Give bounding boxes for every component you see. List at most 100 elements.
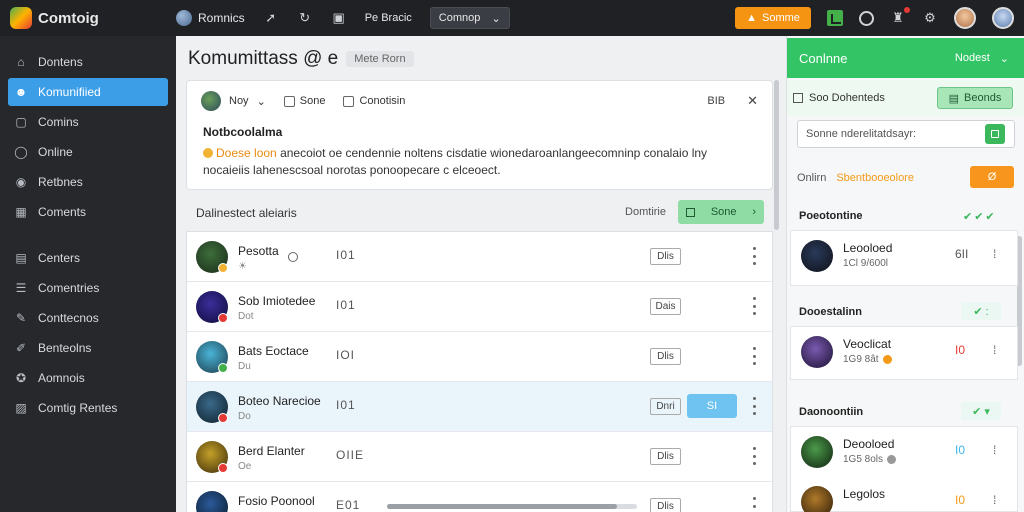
topbar-home[interactable]: Romnics	[176, 10, 245, 26]
chevron-down-icon: ⌄	[999, 52, 1009, 65]
refresh-icon[interactable]: ↻	[297, 10, 313, 26]
member-name[interactable]: Pesotta	[238, 244, 279, 258]
contact-avatar[interactable]	[801, 240, 833, 272]
list-item[interactable]: Veoclicat 1G9 8ât I0 ⁞	[791, 329, 1019, 375]
member-name[interactable]: Berd Elanter	[238, 444, 305, 458]
composer-option-2-label: Conotisin	[359, 95, 406, 107]
member-name[interactable]: Fosio Poonool	[238, 494, 315, 508]
right-panel-search[interactable]	[797, 120, 1015, 148]
page-title-text: Komumittass @ e	[188, 48, 339, 69]
sidebar-item-label: Coments	[38, 205, 87, 219]
section-card: Leooloed 1Cl 9/600l 6II ⁞	[790, 230, 1018, 286]
close-icon[interactable]: ✕	[747, 93, 758, 109]
composer-option-2[interactable]: Conotisin	[343, 95, 405, 107]
list-item[interactable]: Deooloed 1G5 8ols I0 ⁞	[791, 429, 1019, 475]
member-name[interactable]: Bats Eoctace	[238, 344, 309, 358]
more-icon[interactable]	[751, 497, 757, 512]
table-row[interactable]: Berd Elanter Oe OIIE Dlis	[187, 432, 772, 482]
section-chip[interactable]: ✔ :	[961, 302, 1001, 320]
member-avatar[interactable]	[196, 491, 228, 512]
more-icon[interactable]: ⁞	[993, 247, 996, 261]
more-icon[interactable]: ⁞	[993, 493, 996, 507]
contact-name[interactable]: Leooloed	[843, 241, 892, 255]
notifications-button[interactable]: ♜	[890, 7, 910, 26]
list-item[interactable]: Leooloed 1Cl 9/600l 6II ⁞	[791, 233, 1019, 279]
scroll-thumb[interactable]	[387, 504, 617, 509]
more-icon[interactable]: ⁞	[993, 343, 996, 357]
subbar-left[interactable]: Soo Dohenteds	[793, 92, 885, 104]
member-tag[interactable]: Dnri	[650, 398, 681, 415]
member-tag[interactable]: Dlis	[650, 498, 681, 512]
topbar-action-button[interactable]: ▲ Somme	[735, 7, 811, 29]
clock-icon[interactable]	[859, 10, 874, 26]
table-row[interactable]: Pesotta ☀ I01 Dlis	[187, 232, 772, 282]
more-icon[interactable]	[751, 347, 757, 365]
row-action-button[interactable]: SI	[687, 394, 737, 418]
more-icon[interactable]	[751, 447, 757, 465]
sidebar-item[interactable]: ▨ Comtig Rentes	[8, 394, 168, 422]
table-row[interactable]: Sob Imiotedee Dot I01 Dais	[187, 282, 772, 332]
right-panel-header-actions[interactable]: Nodest ⌄	[955, 52, 1009, 65]
member-name[interactable]: Boteo Narecioe	[238, 394, 321, 408]
horizontal-scrollbar[interactable]	[387, 504, 637, 509]
sidebar-item[interactable]: ✎ Conttecnos	[8, 304, 168, 332]
search-submit-button[interactable]	[985, 124, 1005, 144]
format-button[interactable]: BIB	[707, 95, 725, 107]
sidebar-item[interactable]: ✪ Aomnois	[8, 364, 168, 392]
contact-name[interactable]: Veoclicat	[843, 337, 891, 351]
section-chip[interactable]: ✔ ▾	[961, 402, 1001, 420]
member-tag[interactable]: Dlis	[650, 448, 681, 465]
member-tag[interactable]: Dlis	[650, 248, 681, 265]
composer-option-1[interactable]: Sone	[283, 95, 325, 107]
sidebar-item[interactable]: ▦ Coments	[8, 198, 168, 226]
composer-text[interactable]: Doese loon anecoiot oe cendennie noltens…	[203, 145, 743, 179]
app-grid-icon[interactable]	[827, 10, 843, 26]
title-chip[interactable]: Mete Rorn	[346, 51, 414, 67]
list-item[interactable]: Legolos I0 ⁞	[791, 479, 1019, 512]
list-header: Dalinestect aleiaris	[196, 206, 297, 220]
online-toggle-button[interactable]: Ø	[970, 166, 1014, 188]
table-row[interactable]: Boteo Narecioe Do I01 Dnri SI	[187, 382, 772, 432]
gear-icon[interactable]: ⚙	[922, 10, 938, 26]
sidebar-item[interactable]: ◉ Retbnes	[8, 168, 168, 196]
contact-avatar[interactable]	[801, 336, 833, 368]
composer-user[interactable]: Noy	[229, 95, 249, 107]
sidebar-item[interactable]: ▢ Comins	[8, 108, 168, 136]
share-button[interactable]: Sone ›	[678, 200, 764, 224]
more-icon[interactable]: ⁞	[993, 443, 996, 457]
user-avatar[interactable]	[954, 7, 976, 29]
chevron-down-icon[interactable]: ⌄	[257, 95, 266, 108]
online-highlight[interactable]: Sbentbooeolore	[836, 172, 914, 184]
main-scrollbar[interactable]	[774, 80, 779, 230]
member-tag[interactable]: Dlis	[650, 348, 681, 365]
sidebar-item-label: Dontens	[38, 55, 83, 69]
contact-avatar[interactable]	[801, 486, 833, 512]
more-icon[interactable]	[751, 397, 757, 415]
member-name[interactable]: Sob Imiotedee	[238, 294, 315, 308]
topbar-select[interactable]: Comnop ⌄	[429, 7, 510, 29]
sidebar-item[interactable]: ⌂ Dontens	[8, 48, 168, 76]
topbar-filter[interactable]: Pe Bracic	[365, 12, 412, 24]
secondary-avatar[interactable]	[992, 7, 1014, 29]
more-icon[interactable]	[751, 297, 757, 315]
window-icon[interactable]: ▣	[331, 10, 347, 26]
contact-name[interactable]: Legolos	[843, 487, 885, 501]
app-logo[interactable]: Comtoig	[0, 7, 176, 29]
chevron-right-icon: ›	[752, 206, 756, 218]
list-sort[interactable]: Domtirie	[625, 206, 666, 218]
composer-line-2-prefix: nocaieiis lahenescsoal	[203, 163, 324, 177]
contact-name[interactable]: Deooloed	[843, 437, 894, 451]
sidebar-item[interactable]: ☻ Komunifiied	[8, 78, 168, 106]
subbar-button[interactable]: ▤ Beonds	[937, 87, 1013, 109]
more-icon[interactable]	[751, 247, 757, 265]
sidebar-item[interactable]: ◯ Online	[8, 138, 168, 166]
contact-avatar[interactable]	[801, 436, 833, 468]
sidebar-item[interactable]: ▤ Centers	[8, 244, 168, 272]
section-card: Deooloed 1G5 8ols I0 ⁞ Legolos I0 ⁞	[790, 426, 1018, 512]
sidebar-item[interactable]: ☰ Comentries	[8, 274, 168, 302]
pin-icon[interactable]: ➚	[263, 10, 279, 26]
table-row[interactable]: Bats Eoctace Du IOI Dlis	[187, 332, 772, 382]
member-tag[interactable]: Dais	[650, 298, 681, 315]
member-list: Pesotta ☀ I01 Dlis Sob Imiotedee Dot I01 Dais Ba…	[186, 231, 773, 512]
sidebar-item[interactable]: ✐ Benteolns	[8, 334, 168, 362]
